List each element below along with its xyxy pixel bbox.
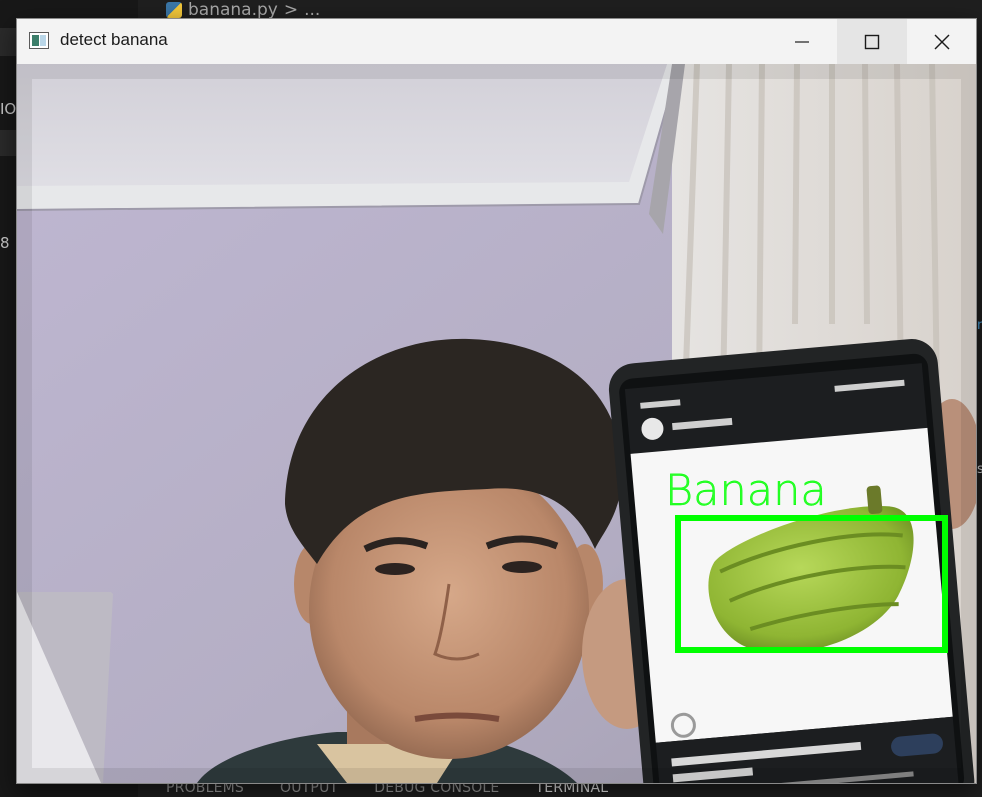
camera-feed: Banana [17,64,976,783]
breadcrumb-file[interactable]: banana.py [188,0,278,18]
minimize-icon [795,40,809,43]
editor-edge-fragment: n [977,318,982,333]
python-file-icon [166,2,182,18]
minimize-button[interactable] [767,19,837,64]
camera-frame: Banana [17,64,976,783]
close-button[interactable] [907,19,977,64]
maximize-icon [864,34,880,49]
title-bar[interactable]: detect banana [17,19,976,64]
breadcrumb: banana.py > ... [166,0,320,18]
detect-banana-window[interactable]: detect banana Banana [16,18,977,784]
sidebar-selected-row[interactable] [0,28,16,56]
sidebar-number-fragment: 8 [0,234,10,252]
detection-label: Banana [665,466,827,516]
breadcrumb-more[interactable]: ... [304,0,320,18]
sidebar-row[interactable] [0,130,16,156]
breadcrumb-separator: > [283,0,299,18]
editor-edge-fragment: s [977,462,982,477]
opencv-window-icon [29,32,49,49]
close-icon [934,34,950,49]
maximize-button[interactable] [837,19,907,64]
sidebar-label-fragment: IO [0,100,16,118]
window-title: detect banana [60,30,168,49]
